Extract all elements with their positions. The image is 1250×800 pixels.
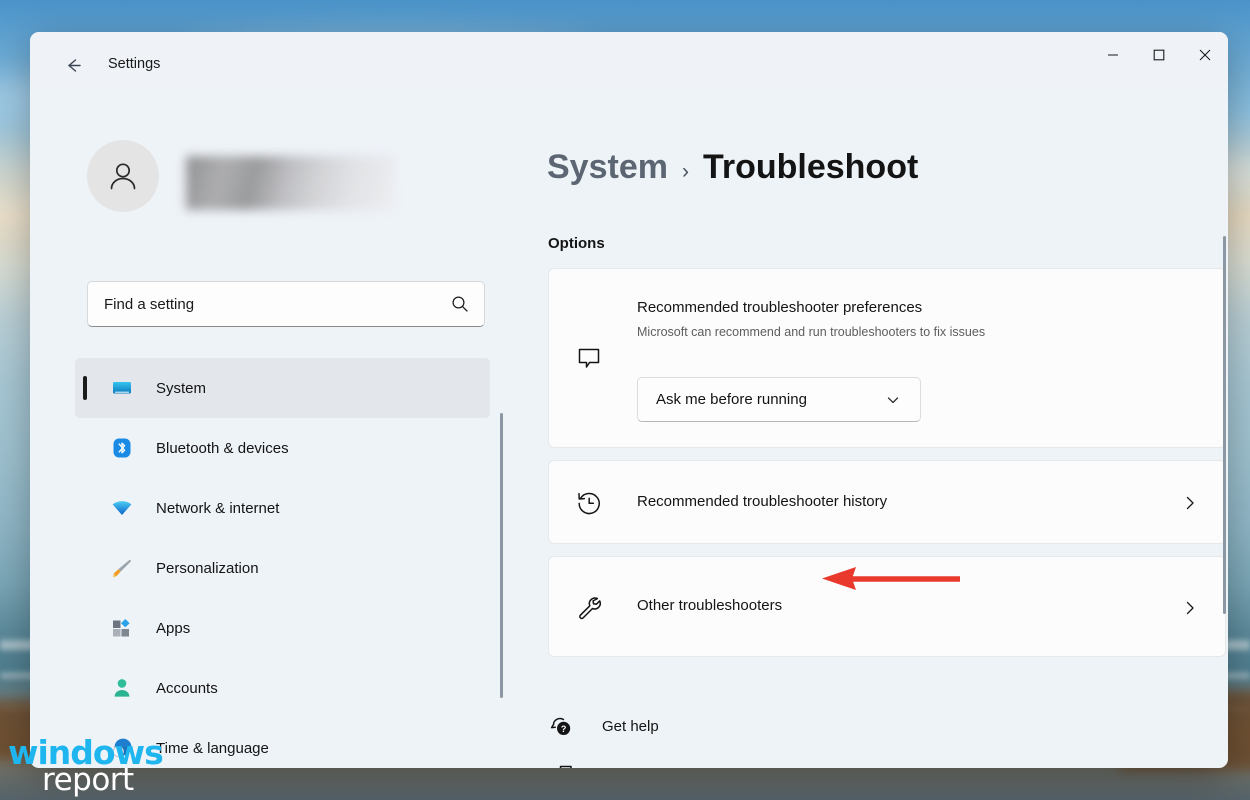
sidebar-item-label: Accounts <box>156 680 218 697</box>
get-help-link[interactable]: ? Get help <box>548 713 659 739</box>
search-input[interactable] <box>104 282 434 326</box>
sidebar-item-network-internet[interactable]: Network & internet <box>75 478 490 538</box>
app-title: Settings <box>108 56 160 72</box>
card-recommended-troubleshooter-history[interactable]: Recommended troubleshooter history <box>548 460 1226 544</box>
chevron-right-icon[interactable] <box>1181 494 1199 512</box>
watermark-logo: windows report <box>8 736 208 796</box>
sidebar-item-bluetooth-devices[interactable]: Bluetooth & devices <box>75 418 490 478</box>
sidebar-item-label: Personalization <box>156 560 259 577</box>
search-icon <box>450 294 470 314</box>
user-profile[interactable] <box>87 140 487 216</box>
card-recommended-troubleshooter-preferences: Recommended troubleshooter preferences M… <box>548 268 1226 448</box>
sidebar-scrollbar[interactable] <box>500 413 503 698</box>
card-title: Recommended troubleshooter preferences <box>637 299 922 316</box>
minimize-icon[interactable] <box>1090 32 1136 78</box>
card-title: Recommended troubleshooter history <box>637 493 887 510</box>
section-title: Options <box>548 235 605 252</box>
sidebar-item-accounts[interactable]: Accounts <box>75 658 490 718</box>
page-title: Troubleshoot <box>703 148 918 187</box>
account-person-icon <box>110 676 134 700</box>
give-feedback-icon <box>548 763 574 768</box>
breadcrumb-root-link[interactable]: System <box>547 148 668 187</box>
sidebar-item-apps[interactable]: Apps <box>75 598 490 658</box>
speech-bubble-icon <box>574 344 604 374</box>
system-monitor-icon <box>110 376 134 400</box>
help-link-label: Give feedback <box>602 768 698 769</box>
svg-text:?: ? <box>561 724 567 734</box>
person-avatar-icon <box>87 140 159 212</box>
sidebar-item-label: System <box>156 380 206 397</box>
sidebar: System Bluetooth & devices <box>30 88 520 768</box>
wifi-icon <box>110 496 134 520</box>
window-controls <box>1090 32 1228 78</box>
card-title: Other troubleshooters <box>637 597 782 614</box>
chevron-down-icon <box>886 393 900 407</box>
search-box[interactable] <box>87 281 485 327</box>
sidebar-item-label: Network & internet <box>156 500 279 517</box>
apps-blocks-icon <box>110 616 134 640</box>
breadcrumb-separator-icon: › <box>682 160 689 184</box>
wrench-icon <box>574 593 604 623</box>
sidebar-item-label: Bluetooth & devices <box>156 440 289 457</box>
history-clock-icon <box>574 488 604 518</box>
card-other-troubleshooters[interactable]: Other troubleshooters <box>548 556 1226 657</box>
profile-name-redacted <box>186 156 394 210</box>
dropdown-selected-value: Ask me before running <box>656 391 807 408</box>
main-content: System › Troubleshoot Options Recommende… <box>520 88 1228 768</box>
get-help-icon: ? <box>548 713 574 739</box>
sidebar-nav-list: System Bluetooth & devices <box>75 358 490 768</box>
troubleshooter-preference-dropdown[interactable]: Ask me before running <box>637 377 921 422</box>
title-bar: Settings <box>30 32 1228 88</box>
maximize-icon[interactable] <box>1136 32 1182 78</box>
chevron-right-icon[interactable] <box>1181 599 1199 617</box>
sidebar-item-system[interactable]: System <box>75 358 490 418</box>
breadcrumb: System › Troubleshoot <box>547 148 918 187</box>
main-content-scrollbar[interactable] <box>1223 236 1226 614</box>
close-icon[interactable] <box>1182 32 1228 78</box>
watermark-line-2: report <box>42 765 208 796</box>
sidebar-item-personalization[interactable]: Personalization <box>75 538 490 598</box>
help-link-label: Get help <box>602 718 659 735</box>
back-arrow-icon[interactable] <box>56 50 90 80</box>
paintbrush-icon <box>110 556 134 580</box>
bluetooth-icon <box>110 436 134 460</box>
settings-window: Settings <box>30 32 1228 768</box>
card-subtitle: Microsoft can recommend and run troubles… <box>637 325 985 339</box>
sidebar-item-label: Apps <box>156 620 190 637</box>
give-feedback-link[interactable]: Give feedback <box>548 763 698 768</box>
